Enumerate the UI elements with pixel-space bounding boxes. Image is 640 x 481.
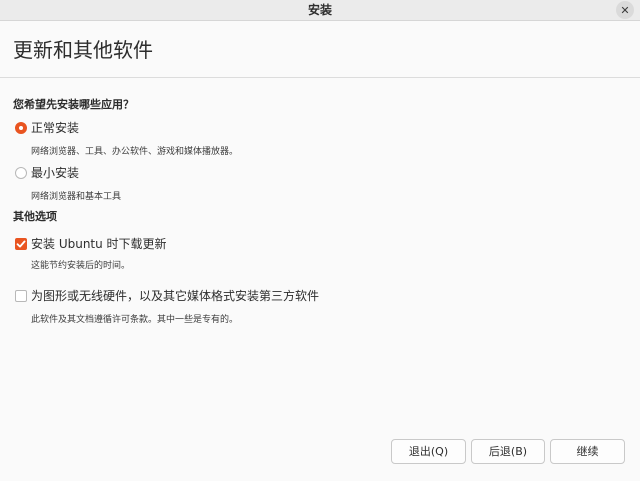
normal-install-description: 网络浏览器、工具、办公软件、游戏和媒体播放器。: [31, 147, 239, 157]
minimal-install-option[interactable]: 最小安装: [15, 164, 79, 181]
checkmark-icon: [16, 240, 26, 247]
download-updates-description: 这能节约安装后的时间。: [31, 261, 131, 271]
third-party-label: 为图形或无线硬件，以及其它媒体格式安装第三方软件: [31, 289, 320, 303]
window-title: 安装: [307, 3, 332, 17]
normal-install-label: 正常安装: [31, 121, 80, 135]
page-title: 更新和其他软件: [13, 38, 153, 62]
minimal-install-radio[interactable]: [15, 166, 27, 179]
third-party-option[interactable]: 为图形或无线硬件，以及其它媒体格式安装第三方软件: [15, 287, 319, 304]
normal-install-option[interactable]: 正常安装: [15, 119, 79, 136]
download-updates-option[interactable]: 安装 Ubuntu 时下载更新: [15, 235, 167, 252]
title-bar: 安装 ✕: [0, 0, 640, 21]
third-party-checkbox[interactable]: [15, 289, 27, 302]
back-button[interactable]: 后退(B): [471, 439, 545, 464]
continue-button[interactable]: 继续: [550, 439, 625, 464]
minimal-install-label: 最小安装: [31, 166, 80, 180]
close-icon: ✕: [620, 3, 630, 17]
install-type-question: 您希望先安装哪些应用？: [13, 98, 134, 111]
quit-button[interactable]: 退出(Q): [391, 439, 466, 464]
close-button[interactable]: ✕: [616, 1, 634, 19]
other-options-title: 其他选项: [13, 210, 57, 223]
third-party-description: 此软件及其文档遵循许可条款。其中一些是专有的。: [31, 315, 239, 325]
download-updates-label: 安装 Ubuntu 时下载更新: [31, 237, 167, 251]
minimal-install-description: 网络浏览器和基本工具: [31, 192, 122, 202]
page-header: 更新和其他软件: [0, 21, 640, 78]
download-updates-checkbox[interactable]: [15, 237, 27, 250]
normal-install-radio[interactable]: [15, 121, 27, 134]
